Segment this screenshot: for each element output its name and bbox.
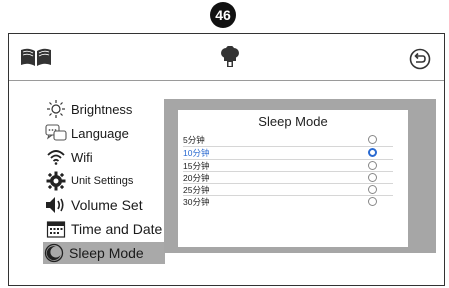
sleep-mode-panel: Sleep Mode 5分钟 10分钟 15分钟 20分钟 25分钟 30分钟: [164, 99, 436, 253]
option-label: 30分钟: [183, 197, 210, 207]
volume-icon: [45, 194, 67, 216]
menu-item-brightness[interactable]: Brightness: [45, 98, 132, 120]
calendar-icon: [45, 218, 67, 240]
option-label: 10分钟: [183, 148, 210, 158]
sleep-option-selected[interactable]: 10分钟: [178, 147, 398, 159]
top-bar: [9, 34, 444, 80]
sleep-option[interactable]: 30分钟: [178, 196, 398, 208]
menu-item-unit-settings[interactable]: Unit Settings: [45, 170, 133, 192]
page-number-badge: 46: [210, 2, 236, 28]
menu-item-time-and-date[interactable]: Time and Date: [45, 218, 162, 240]
menu-item-language[interactable]: Language: [45, 122, 129, 144]
radio-button[interactable]: [368, 185, 377, 194]
language-icon: [45, 122, 67, 144]
device-screen: Brightness Language Wifi Unit Settings V…: [8, 33, 445, 286]
menu-item-sleep-mode[interactable]: Sleep Mode: [43, 242, 165, 264]
back-icon[interactable]: [409, 48, 431, 75]
radio-button[interactable]: [368, 173, 377, 182]
menu-label-time-and-date: Time and Date: [71, 221, 163, 237]
menu-item-wifi[interactable]: Wifi: [45, 146, 93, 168]
menu-item-volume-set[interactable]: Volume Set: [45, 194, 143, 216]
menu-label-language: Language: [71, 125, 129, 141]
radio-button[interactable]: [368, 197, 377, 206]
sleep-mode-dialog: Sleep Mode 5分钟 10分钟 15分钟 20分钟 25分钟 30分钟: [178, 110, 408, 247]
menu-label-brightness: Brightness: [71, 101, 133, 117]
radio-button-selected[interactable]: [368, 148, 377, 157]
wifi-icon: [45, 146, 67, 168]
book-icon[interactable]: [19, 46, 53, 73]
menu-label-sleep-mode: Sleep Mode: [69, 245, 144, 261]
top-divider: [9, 80, 444, 81]
unit-settings-icon: [45, 170, 67, 192]
sleep-mode-title: Sleep Mode: [258, 114, 328, 129]
sleep-option[interactable]: 5分钟: [178, 134, 398, 146]
menu-label-unit-settings: Unit Settings: [71, 175, 134, 187]
option-label: 5分钟: [183, 135, 205, 145]
menu-label-wifi: Wifi: [71, 149, 93, 165]
radio-button[interactable]: [368, 161, 377, 170]
sleep-mode-icon: [43, 242, 65, 264]
menu-label-volume-set: Volume Set: [71, 197, 143, 213]
chef-hat-home-icon[interactable]: [219, 45, 241, 75]
radio-button[interactable]: [368, 135, 377, 144]
brightness-icon: [45, 98, 67, 120]
